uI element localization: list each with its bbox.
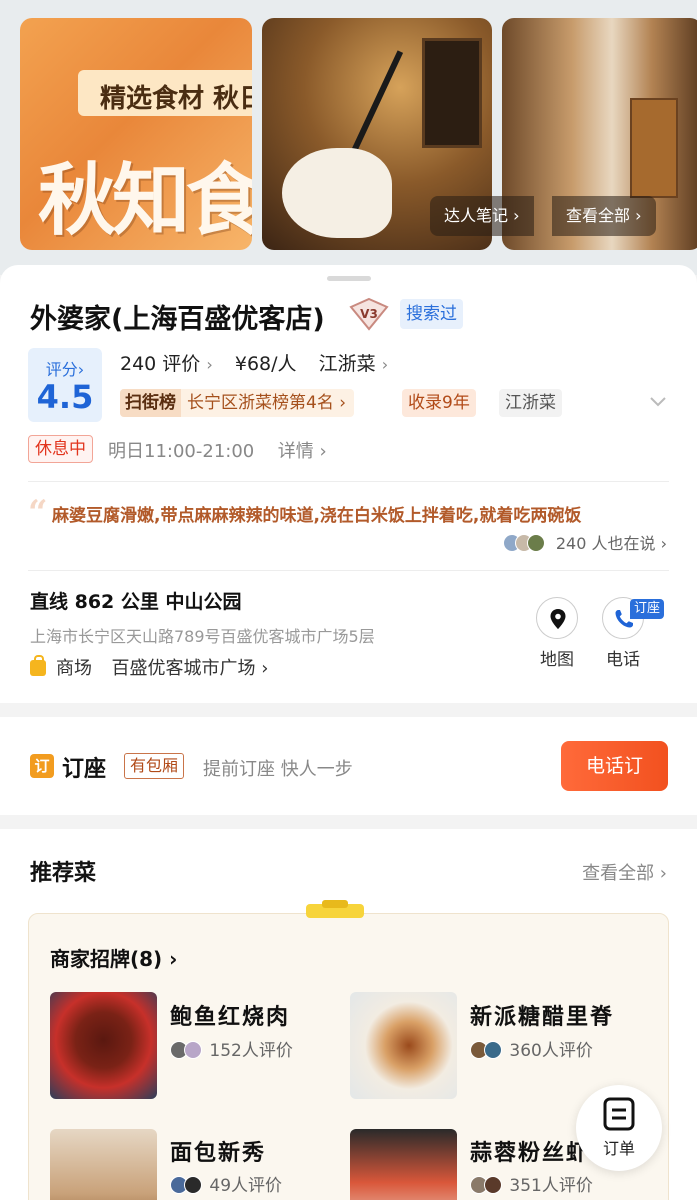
avatar-stack: [470, 1041, 504, 1059]
promo-big-text: 秋知食: [38, 155, 252, 246]
dish-name[interactable]: 面包新秀: [170, 1135, 266, 1167]
mall-label: 商场: [56, 658, 92, 679]
quote-icon: “: [28, 493, 48, 533]
business-hours[interactable]: 明日11:00-21:00 详情 ›: [108, 437, 327, 463]
booking-subtitle: 提前订座 快人一步: [203, 759, 353, 780]
dish-image[interactable]: [350, 1129, 457, 1200]
distance-text: 直线 862 公里 中山公园: [30, 591, 242, 613]
phone-label: 电话: [606, 650, 640, 670]
review-count[interactable]: 240 评价: [120, 353, 200, 375]
ranking-logo: 扫街榜: [120, 389, 181, 417]
shop-meta-line[interactable]: 240 评价 › ¥68/人 江浙菜 ›: [120, 349, 388, 376]
listed-years-tag: 收录9年: [402, 389, 476, 417]
dish-review-count: 152人评价: [209, 1041, 293, 1061]
dish-review-count: 360人评价: [509, 1041, 593, 1061]
map-button[interactable]: [536, 597, 578, 639]
clip-icon: [302, 900, 368, 922]
hours-detail-link[interactable]: 详情 ›: [278, 441, 327, 462]
door-shape: [630, 98, 678, 198]
avatar: [526, 534, 545, 552]
level-badge-text: V3: [360, 307, 378, 321]
shopping-bag-icon: [30, 655, 46, 676]
mall-link[interactable]: 商场 百盛优客城市广场 ›: [30, 654, 268, 680]
dish-name[interactable]: 新派糖醋里脊: [470, 999, 614, 1031]
divider: [28, 570, 669, 571]
cuisine-tag: 江浙菜: [499, 389, 562, 417]
featured-review[interactable]: 麻婆豆腐滑嫩,带点麻麻辣辣的味道,浇在白米饭上拌着吃,就着吃两碗饭: [52, 501, 581, 526]
dish-review-count: 49人评价: [209, 1176, 283, 1196]
orders-floating-button[interactable]: 订单: [576, 1085, 662, 1171]
ranking-text: 长宁区浙菜榜第4名 ›: [187, 393, 347, 413]
booking-icon: 订: [30, 754, 54, 778]
chevron-right-icon: ›: [381, 355, 389, 374]
location-pin-icon: [550, 609, 566, 629]
view-all-dishes-link[interactable]: 查看全部 ›: [582, 859, 667, 885]
score-value: 4.5: [36, 378, 94, 416]
booking-badge: 订座: [630, 599, 665, 619]
divider: [28, 481, 669, 482]
shop-name: 外婆家(上海百盛优客店): [30, 304, 325, 335]
photo-gallery[interactable]: 精选食材 秋日 秋知食 达人笔记 › 查看全部 ›: [0, 0, 697, 275]
dish-review-count: 351人评价: [509, 1176, 593, 1196]
avg-price: ¥68/人: [234, 353, 297, 375]
dish-image[interactable]: [50, 992, 157, 1099]
dish-image[interactable]: [350, 992, 457, 1099]
avatar: [184, 1176, 202, 1194]
hours-text: 明日11:00-21:00: [108, 441, 255, 462]
chevron-right-icon: ›: [206, 355, 213, 374]
avatar-stack: [170, 1041, 204, 1059]
address-text[interactable]: 上海市长宁区天山路789号百盛优客城市广场5层: [30, 623, 375, 647]
score-box[interactable]: 评分› 4.5: [28, 348, 102, 422]
gallery-photo-promo[interactable]: 精选食材 秋日 秋知食: [20, 18, 252, 250]
avatar-stack: [470, 1176, 504, 1194]
avatar: [484, 1176, 502, 1194]
booking-card: 订 订座 有包厢 提前订座 快人一步 电话订: [0, 717, 697, 815]
lamp-shape: [346, 50, 404, 162]
avatar: [484, 1041, 502, 1059]
dish-reviews: 360人评价: [470, 1036, 593, 1061]
painting-shape: [422, 38, 482, 148]
shop-info-card: 外婆家(上海百盛优客店) V3 搜索过 评分› 4.5 240 评价 › ¥68…: [0, 265, 697, 703]
private-room-tag: 有包厢: [124, 753, 185, 779]
cuisine-label[interactable]: 江浙菜: [319, 353, 376, 375]
review-count-text: 240 人也在说 ›: [555, 534, 667, 553]
level-badge-icon: V3: [348, 297, 390, 331]
booking-title: 订座: [62, 757, 107, 782]
dish-name[interactable]: 蒜蓉粉丝虾: [470, 1135, 590, 1167]
status-badge: 休息中: [28, 435, 93, 463]
view-all-photos-button[interactable]: 查看全部 ›: [552, 196, 656, 236]
score-label: 评分›: [45, 360, 85, 379]
drag-handle[interactable]: [327, 276, 371, 281]
dish-reviews: 49人评价: [170, 1171, 282, 1196]
orders-label: 订单: [602, 1139, 635, 1158]
section-title: 推荐菜: [30, 861, 97, 886]
phone-booking-button[interactable]: 电话订: [561, 741, 668, 791]
avatar-stack: [502, 534, 551, 552]
expert-notes-button[interactable]: 达人笔记 ›: [430, 196, 534, 236]
dish-reviews: 152人评价: [170, 1036, 293, 1061]
avatar-stack: [170, 1176, 204, 1194]
chair-shape: [282, 148, 392, 238]
avatar: [184, 1041, 202, 1059]
dish-image[interactable]: [50, 1129, 157, 1200]
chevron-down-icon[interactable]: [646, 389, 670, 413]
mall-name: 百盛优客城市广场 ›: [111, 658, 269, 679]
review-discussion-count[interactable]: 240 人也在说 ›: [502, 530, 667, 554]
map-label: 地图: [540, 650, 574, 670]
dish-reviews: 351人评价: [470, 1171, 593, 1196]
dish-name[interactable]: 鲍鱼红烧肉: [170, 999, 290, 1031]
signature-dishes-header[interactable]: 商家招牌(8) ›: [50, 943, 177, 972]
searched-tag: 搜索过: [400, 299, 463, 329]
ranking-tag[interactable]: 扫街榜 长宁区浙菜榜第4名 ›: [120, 389, 355, 417]
promo-band-text: 精选食材 秋日: [100, 84, 252, 114]
